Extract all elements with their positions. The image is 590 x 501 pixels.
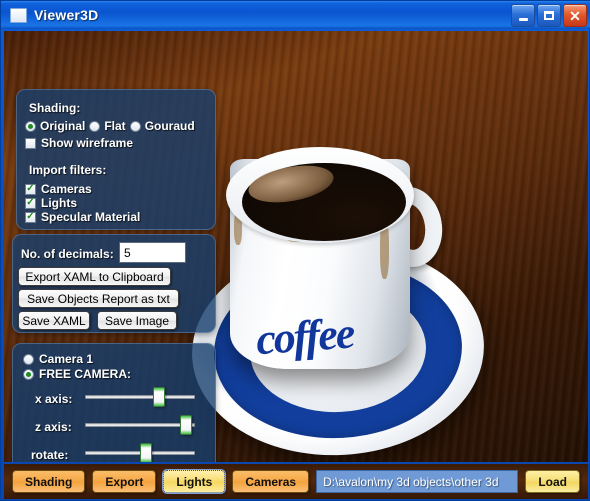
shading-panel: Shading: Original Flat Gouraud Show wire… (16, 89, 216, 230)
show-wireframe-label: Show wireframe (41, 136, 134, 150)
radio-gouraud-label: Gouraud (144, 119, 195, 133)
mug-logo-text: coffee (254, 308, 355, 365)
filter-specular-label: Specular Material (41, 210, 141, 224)
z-axis-slider-thumb[interactable] (179, 415, 192, 435)
camera-1-label: Camera 1 (39, 352, 94, 366)
window-controls: ✕ (511, 4, 587, 27)
toolbar-load-button[interactable]: Load (525, 470, 580, 493)
viewer3d-window: Viewer3D ✕ coffee Shading: Original Flat… (0, 0, 590, 501)
rotate-label: rotate: (31, 448, 69, 462)
radio-original[interactable] (25, 120, 36, 132)
export-panel: No. of decimals: 5 Export XAML to Clipbo… (12, 234, 216, 333)
z-axis-label: z axis: (35, 420, 72, 434)
save-objects-report-button[interactable]: Save Objects Report as txt (18, 289, 179, 308)
radio-gouraud[interactable] (129, 120, 141, 132)
toolbar-export-button[interactable]: Export (92, 470, 157, 493)
z-axis-slider[interactable] (85, 415, 195, 435)
rotate-slider[interactable] (85, 443, 195, 462)
radio-original-label: Original (40, 119, 86, 133)
checkbox-cameras[interactable] (25, 183, 36, 195)
close-button[interactable]: ✕ (563, 4, 587, 27)
free-camera-row[interactable]: FREE CAMERA: (23, 367, 131, 381)
rotate-slider-thumb[interactable] (140, 443, 152, 462)
x-axis-slider-track (85, 395, 195, 399)
minimize-icon (518, 17, 528, 21)
x-axis-label: x axis: (35, 392, 73, 406)
window-title: Viewer3D (34, 7, 99, 23)
import-filters-heading: Import filters: (29, 163, 107, 177)
shading-heading: Shading: (29, 101, 81, 115)
checkbox-specular-material[interactable] (25, 211, 36, 223)
file-path-field[interactable]: D:\avalon\my 3d objects\other 3d (316, 470, 519, 493)
coffee-surface (242, 159, 406, 241)
toolbar-shading-button[interactable]: Shading (12, 470, 86, 493)
save-image-button[interactable]: Save Image (97, 311, 177, 330)
camera-panel: Camera 1 FREE CAMERA: x axis: z axis: ro… (12, 343, 216, 462)
free-camera-label: FREE CAMERA: (39, 367, 131, 381)
z-axis-slider-track (85, 423, 195, 427)
x-axis-slider[interactable] (85, 387, 195, 407)
camera-1-row[interactable]: Camera 1 (23, 352, 93, 366)
radio-free-camera[interactable] (23, 368, 34, 380)
title-bar: Viewer3D ✕ (1, 1, 590, 29)
checkbox-lights[interactable] (25, 197, 36, 209)
filter-lights-label: Lights (41, 196, 77, 210)
radio-flat-label: Flat (104, 119, 126, 133)
shading-mode-group: Original Flat Gouraud (25, 119, 195, 133)
toolbar-cameras-button[interactable]: Cameras (232, 470, 310, 493)
viewport-3d[interactable]: coffee Shading: Original Flat Gouraud Sh… (4, 31, 588, 462)
coffee-foam (245, 159, 337, 209)
show-wireframe-row[interactable]: Show wireframe (25, 136, 133, 150)
minimize-button[interactable] (511, 4, 535, 27)
export-xaml-to-clipboard-button[interactable]: Export XAML to Clipboard (18, 267, 171, 286)
save-xaml-button[interactable]: Save XAML (18, 311, 90, 330)
maximize-icon (544, 11, 554, 20)
bottom-toolbar: Shading Export Lights Cameras D:\avalon\… (4, 464, 588, 499)
decimals-input[interactable]: 5 (119, 242, 186, 263)
checkbox-show-wireframe[interactable] (25, 137, 36, 149)
filter-cameras-label: Cameras (41, 182, 92, 196)
x-axis-slider-thumb[interactable] (153, 387, 166, 407)
toolbar-lights-button[interactable]: Lights (162, 469, 227, 494)
decimals-label: No. of decimals: (21, 247, 114, 261)
mug-rim (226, 147, 414, 243)
filter-cameras-row[interactable]: Cameras (25, 182, 92, 196)
radio-flat[interactable] (89, 120, 101, 132)
app-window-icon (10, 7, 27, 23)
filter-specular-row[interactable]: Specular Material (25, 210, 140, 224)
filter-lights-row[interactable]: Lights (25, 196, 77, 210)
radio-camera-1[interactable] (23, 353, 34, 365)
coffee-mug-object: coffee (222, 141, 448, 369)
maximize-button[interactable] (537, 4, 561, 27)
close-icon: ✕ (569, 7, 581, 24)
